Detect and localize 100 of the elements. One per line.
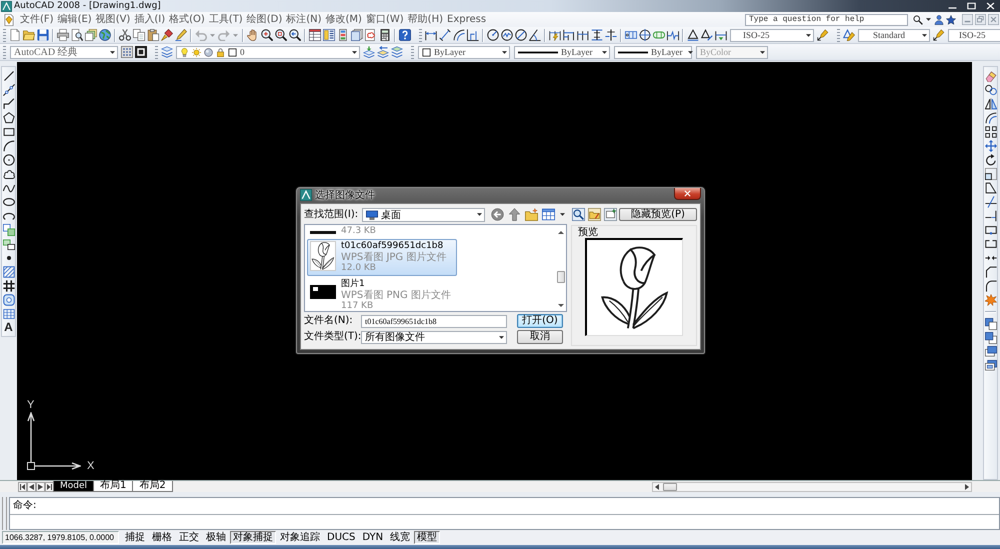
magnifier-icon[interactable] [572,208,585,221]
ellipse-icon[interactable] [2,196,14,208]
page-magnifier-icon[interactable] [71,29,83,41]
status-toggle[interactable]: 极轴 [203,531,229,544]
aligned-dimension-icon[interactable] [439,29,451,41]
status-toggle[interactable]: DUCS [324,531,358,544]
menu-item[interactable]: 插入(I) [132,12,168,26]
caret-icon[interactable] [499,336,504,338]
menu-item[interactable]: 窗口(W) [364,12,406,26]
dimension-pen-icon[interactable] [933,29,945,41]
file-list-item[interactable]: 图片1 WPS看图 PNG 图片文件 117 KB [307,277,457,311]
mirror-triangles-icon[interactable] [984,98,996,110]
spline-curve-icon[interactable] [2,182,14,194]
menu-item[interactable]: 格式(O) [167,12,207,26]
lineweight-dropdown[interactable]: ByLayer [614,46,692,58]
caret-icon[interactable] [560,213,565,216]
up-arrow-icon[interactable] [508,208,521,221]
look-in-dropdown[interactable]: 桌面 [362,208,485,222]
menu-item[interactable]: 绘图(D) [244,12,284,26]
dimension-break-icon[interactable] [605,29,617,41]
dimension-spacing-icon[interactable] [591,29,603,41]
triangle-underline-icon[interactable] [687,29,699,41]
copy-pages-icon[interactable] [133,29,145,41]
linetype-dropdown[interactable]: ByLayer [514,46,610,58]
layers-arrow-icon[interactable] [363,46,375,58]
status-toggle[interactable]: 模型 [414,531,440,544]
block-squares-icon[interactable] [2,238,14,250]
globe-icon[interactable] [99,29,111,41]
status-toggle[interactable]: 对象捕捉 [230,531,276,544]
scissors-icon[interactable] [119,29,131,41]
folder-sparkle-icon[interactable] [525,208,538,221]
menu-item[interactable]: 帮助(H) [406,12,445,26]
layout-tab[interactable]: 布局2 [132,481,173,492]
tolerance-frame-icon[interactable] [625,29,637,41]
hand-icon[interactable] [247,29,259,41]
status-toggle[interactable]: 对象追踪 [277,531,323,544]
view-grid-icon[interactable] [542,208,555,221]
nested-squares-icon[interactable] [984,168,996,180]
triangle-pen-icon[interactable] [843,29,855,41]
eraser-icon[interactable] [984,70,996,82]
table-grid-icon[interactable] [2,308,14,320]
star-icon[interactable] [946,14,956,24]
calculator-icon[interactable] [379,29,391,41]
stretch-shape-icon[interactable] [984,182,996,194]
image-sparkle-icon[interactable] [604,208,617,221]
layer-dropdown[interactable]: 0 [176,46,360,58]
caret-icon[interactable] [602,50,607,54]
square-grid-icon[interactable] [984,126,996,138]
arc-dimension-icon[interactable] [453,29,465,41]
hide-preview-button[interactable]: 隐藏预览(P) [619,208,697,221]
cancel-button[interactable]: 取消 [517,330,563,344]
angle-arc-icon[interactable] [529,29,541,41]
construction-line-icon[interactable] [2,84,14,96]
ellipse-arc-icon[interactable] [2,210,14,222]
open-button[interactable]: 打开(O) [517,314,563,328]
scroll-right-icon[interactable] [965,484,969,490]
color-dropdown[interactable]: ByLayer [418,46,510,58]
back-arrow-icon[interactable] [491,208,504,221]
scrollbar-thumb[interactable] [663,482,677,490]
menu-item[interactable]: Express [445,12,488,26]
cloud-outline-icon[interactable] [2,168,14,180]
caret-icon[interactable] [502,50,507,54]
jogged-line-icon[interactable] [667,29,679,41]
caret-icon[interactable] [926,18,931,21]
ordinate-dimension-icon[interactable] [467,29,479,41]
caret-icon[interactable] [806,34,811,36]
triangle-slash-icon[interactable] [701,29,713,41]
rectangle-point-icon[interactable] [984,224,996,236]
panel-grid-icon[interactable] [323,29,335,41]
pentagon-icon[interactable] [2,112,14,124]
fillet-corner-icon[interactable] [984,280,996,292]
point-icon[interactable] [6,256,10,260]
polyline-icon[interactable] [2,98,14,110]
circle-diameter-icon[interactable] [515,29,527,41]
scroll-up-icon[interactable] [558,231,564,234]
clipboard-icon[interactable] [147,29,159,41]
close-button[interactable] [674,188,701,200]
tool-palette-icon[interactable] [337,29,349,41]
tab-scroll-button[interactable] [18,482,27,492]
status-toggle[interactable]: DYN [359,531,386,544]
caret-icon[interactable] [922,34,927,36]
menu-item[interactable]: 标注(N) [284,12,324,26]
line-icon[interactable] [2,70,14,82]
workspace-dropdown[interactable]: AutoCAD 经典 [10,46,118,58]
dimension-pen-icon[interactable] [817,29,829,41]
paint-brush-icon[interactable] [161,29,173,41]
caret-icon[interactable] [688,50,692,54]
baseline-dimension-icon[interactable] [563,29,575,41]
burst-icon[interactable] [984,294,996,306]
property-grid-icon[interactable] [309,29,321,41]
caret-icon[interactable] [352,50,357,54]
overlapping-squares-icon[interactable] [984,332,996,344]
dimension-style-dropdown[interactable]: ISO-25 [730,28,814,42]
hatch-square-icon[interactable] [2,266,14,278]
layers-icon[interactable] [161,46,173,58]
pen-icon[interactable] [175,29,187,41]
status-toggle[interactable]: 栅格 [149,531,175,544]
search-icon[interactable] [913,14,923,24]
dimension-style-dropdown[interactable]: ISO-25 [948,28,1000,42]
drawing-file-icon[interactable] [3,14,15,26]
